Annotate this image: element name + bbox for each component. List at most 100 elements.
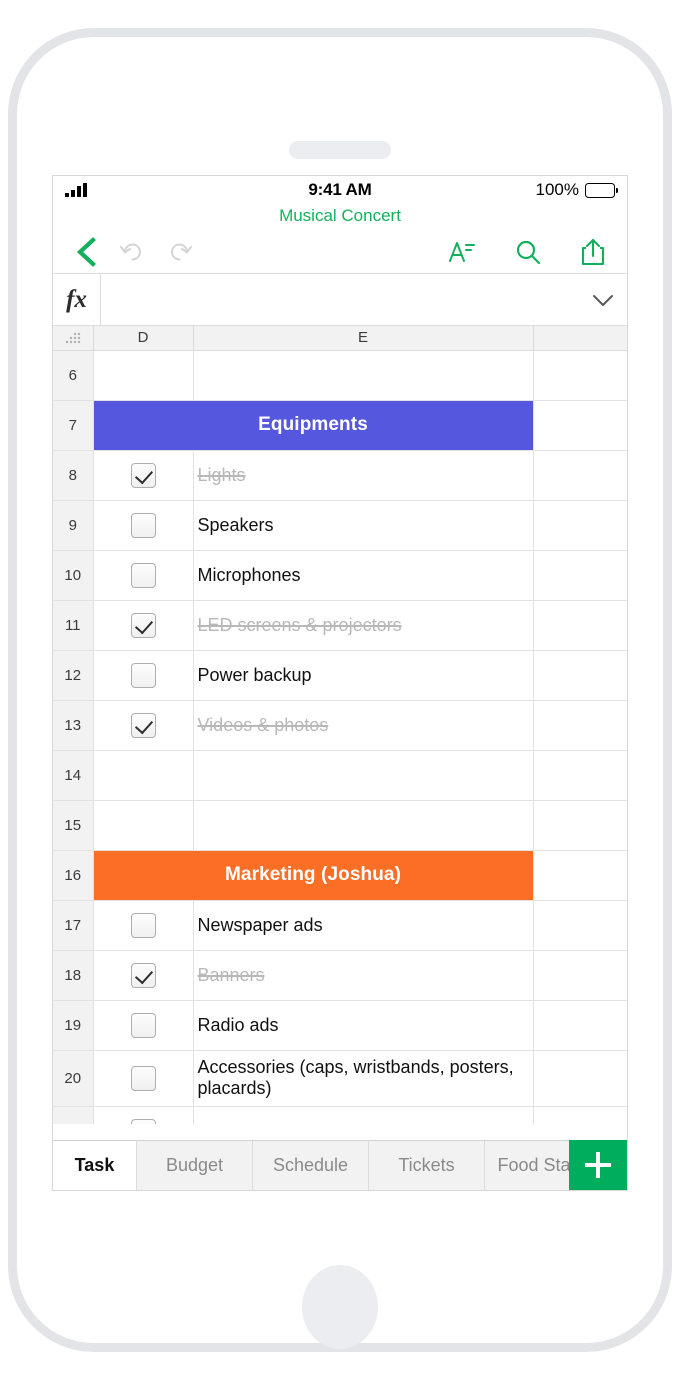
sheet-tab-budget[interactable]: Budget	[137, 1141, 253, 1190]
task-checkbox[interactable]	[130, 962, 156, 988]
grid-row[interactable]: 19 Radio ads	[53, 1000, 627, 1051]
format-text-icon[interactable]	[447, 239, 475, 265]
grid-row[interactable]: 11 LED screens & projectors	[53, 600, 627, 651]
row-header[interactable]: 21	[53, 1106, 94, 1124]
section-header-cell[interactable]: Equipments	[93, 400, 534, 451]
cell-e[interactable]: LED screens & projectors	[193, 600, 534, 651]
task-checkbox[interactable]	[130, 662, 156, 688]
select-all-corner-icon[interactable]	[53, 326, 94, 351]
grid-row[interactable]: 12 Power backup	[53, 650, 627, 701]
grid-row[interactable]: 7 Equipments	[53, 400, 627, 451]
row-header[interactable]: 7	[53, 400, 94, 451]
sheet-tab-tickets[interactable]: Tickets	[369, 1141, 485, 1190]
document-title[interactable]: Musical Concert	[53, 204, 627, 230]
home-button[interactable]	[302, 1265, 378, 1349]
sheet-tab-schedule[interactable]: Schedule	[253, 1141, 369, 1190]
cell-e[interactable]: Speakers	[193, 500, 534, 551]
cell-d[interactable]	[93, 550, 194, 601]
cell-d[interactable]	[93, 650, 194, 701]
section-header-cell[interactable]: Marketing (Joshua)	[93, 850, 534, 901]
cell-d[interactable]	[93, 1050, 194, 1107]
grid-row[interactable]: 6	[53, 350, 627, 401]
cell-e[interactable]	[193, 800, 534, 851]
cell-d[interactable]	[93, 750, 194, 801]
row-header[interactable]: 11	[53, 600, 94, 651]
column-header-d[interactable]: D	[93, 326, 194, 351]
redo-icon[interactable]	[167, 239, 193, 265]
grid-row[interactable]: 9 Speakers	[53, 500, 627, 551]
cell-d[interactable]	[93, 800, 194, 851]
column-header-f[interactable]	[533, 326, 627, 351]
search-icon[interactable]	[515, 239, 541, 265]
row-header[interactable]: 16	[53, 850, 94, 901]
cell-d[interactable]	[93, 1106, 194, 1124]
cell-d[interactable]	[93, 900, 194, 951]
grid-row[interactable]: 8 Lights	[53, 450, 627, 501]
chevron-down-icon[interactable]	[579, 292, 627, 308]
share-icon[interactable]	[581, 238, 605, 266]
row-header[interactable]: 13	[53, 700, 94, 751]
row-header[interactable]: 10	[53, 550, 94, 601]
grid-row[interactable]: 21	[53, 1106, 627, 1124]
cell-e[interactable]: Power backup	[193, 650, 534, 701]
cell-e[interactable]: Videos & photos	[193, 700, 534, 751]
cell-f[interactable]	[533, 350, 627, 401]
cell-f[interactable]	[533, 750, 627, 801]
row-header[interactable]: 14	[53, 750, 94, 801]
spreadsheet-grid[interactable]: D E 6 7 Equipments 8 Lights 9 Speakers 10 Microp…	[53, 326, 627, 1124]
grid-row[interactable]: 18 Banners	[53, 950, 627, 1001]
add-sheet-button[interactable]	[569, 1140, 627, 1190]
cell-e[interactable]: Newspaper ads	[193, 900, 534, 951]
task-checkbox[interactable]	[130, 1118, 156, 1124]
cell-d[interactable]	[93, 450, 194, 501]
grid-row[interactable]: 15	[53, 800, 627, 851]
cell-d[interactable]	[93, 350, 194, 401]
cell-d[interactable]	[93, 950, 194, 1001]
cell-f[interactable]	[533, 1000, 627, 1051]
cell-f[interactable]	[533, 600, 627, 651]
sheet-tab-task[interactable]: Task	[53, 1141, 137, 1190]
cell-d[interactable]	[93, 600, 194, 651]
task-checkbox[interactable]	[130, 462, 156, 488]
row-header[interactable]: 15	[53, 800, 94, 851]
cell-d[interactable]	[93, 700, 194, 751]
task-checkbox[interactable]	[130, 912, 156, 938]
cell-d[interactable]	[93, 500, 194, 551]
grid-row[interactable]: 14	[53, 750, 627, 801]
cell-e[interactable]	[193, 350, 534, 401]
cell-f[interactable]	[533, 1106, 627, 1124]
cell-f[interactable]	[533, 400, 627, 451]
row-header[interactable]: 12	[53, 650, 94, 701]
task-checkbox[interactable]	[130, 712, 156, 738]
cell-f[interactable]	[533, 900, 627, 951]
cell-e[interactable]: Banners	[193, 950, 534, 1001]
grid-row[interactable]: 13 Videos & photos	[53, 700, 627, 751]
fx-icon[interactable]: fx	[53, 274, 101, 325]
cell-f[interactable]	[533, 800, 627, 851]
cell-f[interactable]	[533, 550, 627, 601]
cell-d[interactable]	[93, 1000, 194, 1051]
row-header[interactable]: 19	[53, 1000, 94, 1051]
cell-e[interactable]: Microphones	[193, 550, 534, 601]
cell-f[interactable]	[533, 1050, 627, 1107]
cell-f[interactable]	[533, 850, 627, 901]
cell-f[interactable]	[533, 450, 627, 501]
row-header[interactable]: 20	[53, 1050, 94, 1107]
undo-icon[interactable]	[119, 239, 145, 265]
row-header[interactable]: 6	[53, 350, 94, 401]
grid-row[interactable]: 16 Marketing (Joshua)	[53, 850, 627, 901]
formula-input[interactable]	[101, 274, 579, 325]
grid-row[interactable]: 20 Accessories (caps, wristbands, posters…	[53, 1050, 627, 1107]
back-icon[interactable]	[75, 236, 97, 267]
row-header[interactable]: 17	[53, 900, 94, 951]
cell-f[interactable]	[533, 700, 627, 751]
row-header[interactable]: 18	[53, 950, 94, 1001]
cell-e[interactable]: Radio ads	[193, 1000, 534, 1051]
grid-row[interactable]: 10 Microphones	[53, 550, 627, 601]
cell-f[interactable]	[533, 650, 627, 701]
task-checkbox[interactable]	[130, 562, 156, 588]
grid-row[interactable]: 17 Newspaper ads	[53, 900, 627, 951]
task-checkbox[interactable]	[130, 612, 156, 638]
cell-e[interactable]: Lights	[193, 450, 534, 501]
task-checkbox[interactable]	[130, 1012, 156, 1038]
